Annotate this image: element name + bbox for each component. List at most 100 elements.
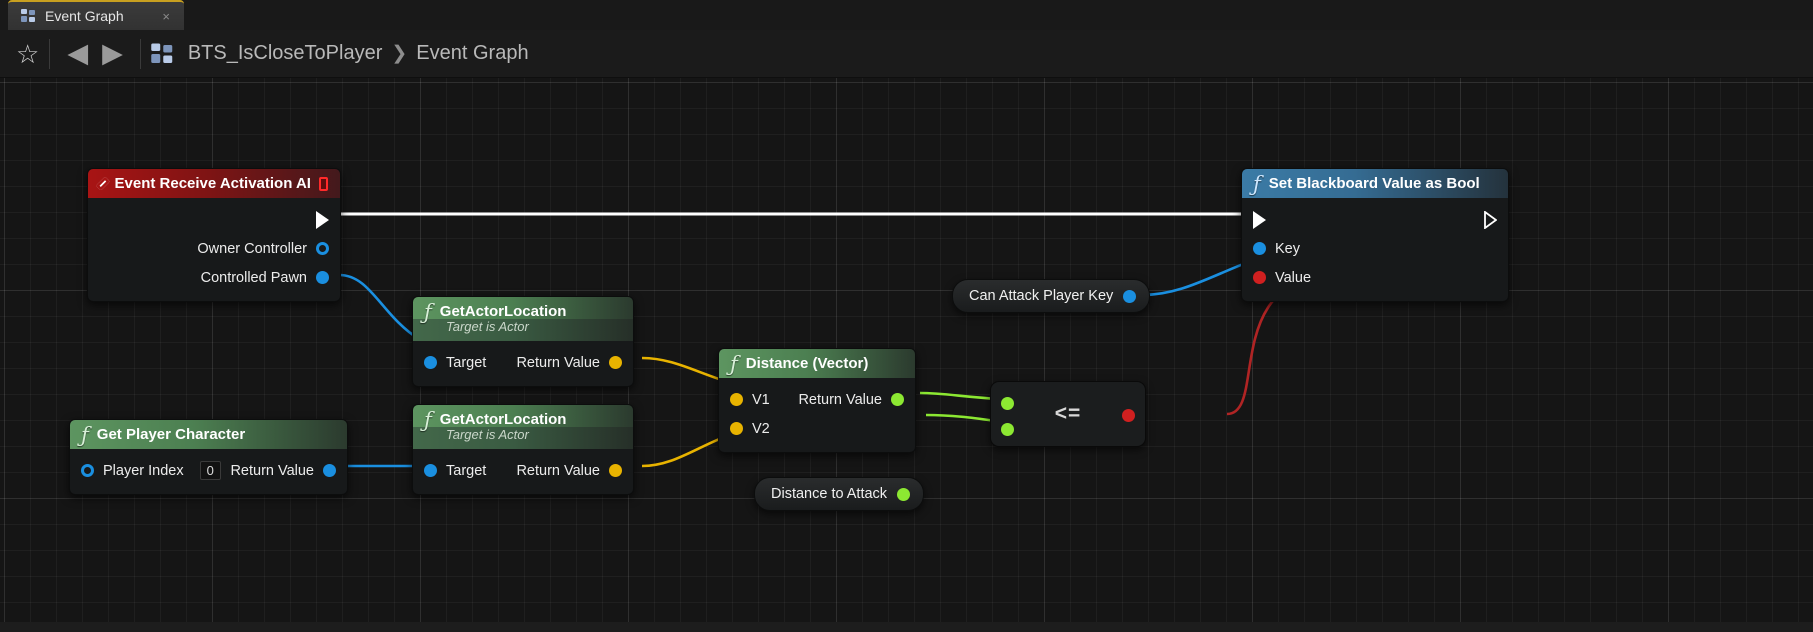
node-title: Get Player Character [96,426,246,443]
tab-event-graph[interactable]: Event Graph × [8,0,184,30]
node-header: ƒ Get Player Character [70,420,347,449]
back-arrow-icon[interactable]: ◀ [60,40,95,67]
node-title: Event Receive Activation AI [114,175,311,192]
pin-label-v2: V2 [752,420,770,437]
pin-label-key: Key [1275,240,1300,257]
node-get-player-character[interactable]: ƒ Get Player Character Player Index 0 Re… [69,419,348,495]
owner-controller-pin-wrap[interactable]: Owner Controller [197,241,329,257]
footer-strip [0,622,1813,632]
pin-label-owner-controller: Owner Controller [197,240,307,257]
compare-output-bool-pin[interactable] [1122,409,1135,422]
function-f-icon: ƒ [424,407,432,432]
pin-label-v1: V1 [752,391,770,408]
node-event-receive-activation-ai[interactable]: Event Receive Activation AI Owner Contro… [87,168,341,302]
close-icon[interactable]: × [152,10,170,23]
key-pin-wrap[interactable]: Key [1253,241,1300,257]
exec-in-pin[interactable] [1253,210,1266,229]
pin-label-return-value: Return Value [516,462,600,479]
return-value-pin[interactable] [609,356,622,369]
variable-label: Distance to Attack [771,486,888,502]
node-can-attack-player-key[interactable]: Can Attack Player Key [952,279,1151,313]
return-value-pin-wrap[interactable]: Return Value [230,463,336,479]
tab-strip: Event Graph × [0,0,1813,30]
target-pin-wrap[interactable]: Target [424,463,486,479]
toolbar: ☆ ◀ ▶ BTS_IsCloseToPlayer ❯ Event Graph [0,30,1813,78]
node-title: Distance (Vector) [745,355,869,372]
function-f-icon: ƒ [1253,171,1261,196]
function-f-icon: ƒ [424,299,432,324]
v1-pin[interactable] [730,393,743,406]
delegate-square-icon[interactable] [318,176,328,191]
favorite-star-icon[interactable]: ☆ [16,41,39,67]
player-index-pin-wrap[interactable]: Player Index 0 [81,461,221,480]
target-pin[interactable] [424,464,437,477]
exec-out-pin[interactable] [316,210,329,229]
blueprint-icon [21,9,36,23]
function-f-icon: ƒ [81,422,89,447]
node-title: GetActorLocation [439,303,567,320]
node-get-actor-location-1[interactable]: ƒ GetActorLocation Target is Actor Targe… [412,296,634,387]
node-set-blackboard-value-as-bool[interactable]: ƒ Set Blackboard Value as Bool Key Value [1241,168,1509,302]
compare-input-a-pin[interactable] [1001,397,1014,410]
toolbar-divider [49,38,51,69]
node-title: GetActorLocation [439,411,567,428]
player-index-value-field[interactable]: 0 [199,461,221,480]
operator-label: <= [1054,402,1082,425]
can-attack-player-key-out-pin[interactable] [1123,289,1137,303]
value-pin-wrap[interactable]: Value [1253,270,1311,286]
return-value-pin-wrap[interactable]: Return Value [516,355,622,371]
node-body: V1 Return Value V2 [719,378,915,452]
graph-canvas[interactable]: Event Receive Activation AI Owner Contro… [0,78,1813,632]
variable-label: Can Attack Player Key [969,288,1114,304]
pin-label-player-index: Player Index [103,462,184,479]
pin-row-exec-out [88,205,340,234]
node-body: Target Return Value [413,449,633,494]
node-header: ƒ Distance (Vector) [719,349,915,378]
target-pin-wrap[interactable]: Target [424,355,486,371]
return-value-pin[interactable] [891,393,904,406]
player-index-pin[interactable] [81,464,94,477]
return-value-pin[interactable] [609,464,622,477]
breadcrumb-leaf[interactable]: Event Graph [416,42,528,65]
node-body: Owner Controller Controlled Pawn [88,198,340,301]
node-distance-to-attack[interactable]: Distance to Attack [754,477,925,511]
pin-row-exec [1242,205,1508,234]
controlled-pawn-pin-wrap[interactable]: Controlled Pawn [201,270,329,286]
return-value-pin-wrap[interactable]: Return Value [516,463,622,479]
pin-label-return-value: Return Value [516,354,600,371]
node-body: Player Index 0 Return Value [70,449,347,494]
distance-to-attack-out-pin[interactable] [897,487,911,501]
pin-label-return-value: Return Value [798,391,882,408]
owner-controller-pin[interactable] [316,242,329,255]
pin-row-controlled-pawn: Controlled Pawn [88,263,340,292]
node-header: Event Receive Activation AI [88,169,340,198]
toolbar-divider-2 [139,38,141,69]
controlled-pawn-pin[interactable] [316,271,329,284]
node-distance-vector[interactable]: ƒ Distance (Vector) V1 Return Value V2 [718,348,916,453]
node-header: ƒ Set Blackboard Value as Bool [1242,169,1508,198]
node-less-equal-compare[interactable]: <= [990,381,1146,447]
pin-label-return-value: Return Value [230,462,314,479]
pin-row-value: Value [1242,263,1508,292]
v1-pin-wrap[interactable]: V1 [730,392,770,408]
node-body: Key Value [1242,198,1508,301]
node-body: Target Return Value [413,341,633,386]
pin-row-v2: V2 [719,414,915,443]
return-value-pin-wrap[interactable]: Return Value [798,392,904,408]
compare-input-b-pin[interactable] [1001,423,1014,436]
v2-pin-wrap[interactable]: V2 [730,421,770,437]
pin-label-controlled-pawn: Controlled Pawn [200,269,307,286]
node-title: Set Blackboard Value as Bool [1268,175,1480,192]
target-pin[interactable] [424,356,437,369]
return-value-pin[interactable] [323,464,336,477]
node-get-actor-location-2[interactable]: ƒ GetActorLocation Target is Actor Targe… [412,404,634,495]
v2-pin[interactable] [730,422,743,435]
forward-arrow-icon[interactable]: ▶ [95,40,130,67]
event-diamond-icon [95,176,110,191]
pin-row-target-return: Target Return Value [413,348,633,377]
key-pin[interactable] [1253,242,1266,255]
breadcrumb-root[interactable]: BTS_IsCloseToPlayer [188,42,383,65]
exec-out-pin[interactable] [1484,210,1497,229]
value-pin[interactable] [1253,271,1266,284]
pin-label-value: Value [1275,269,1312,286]
